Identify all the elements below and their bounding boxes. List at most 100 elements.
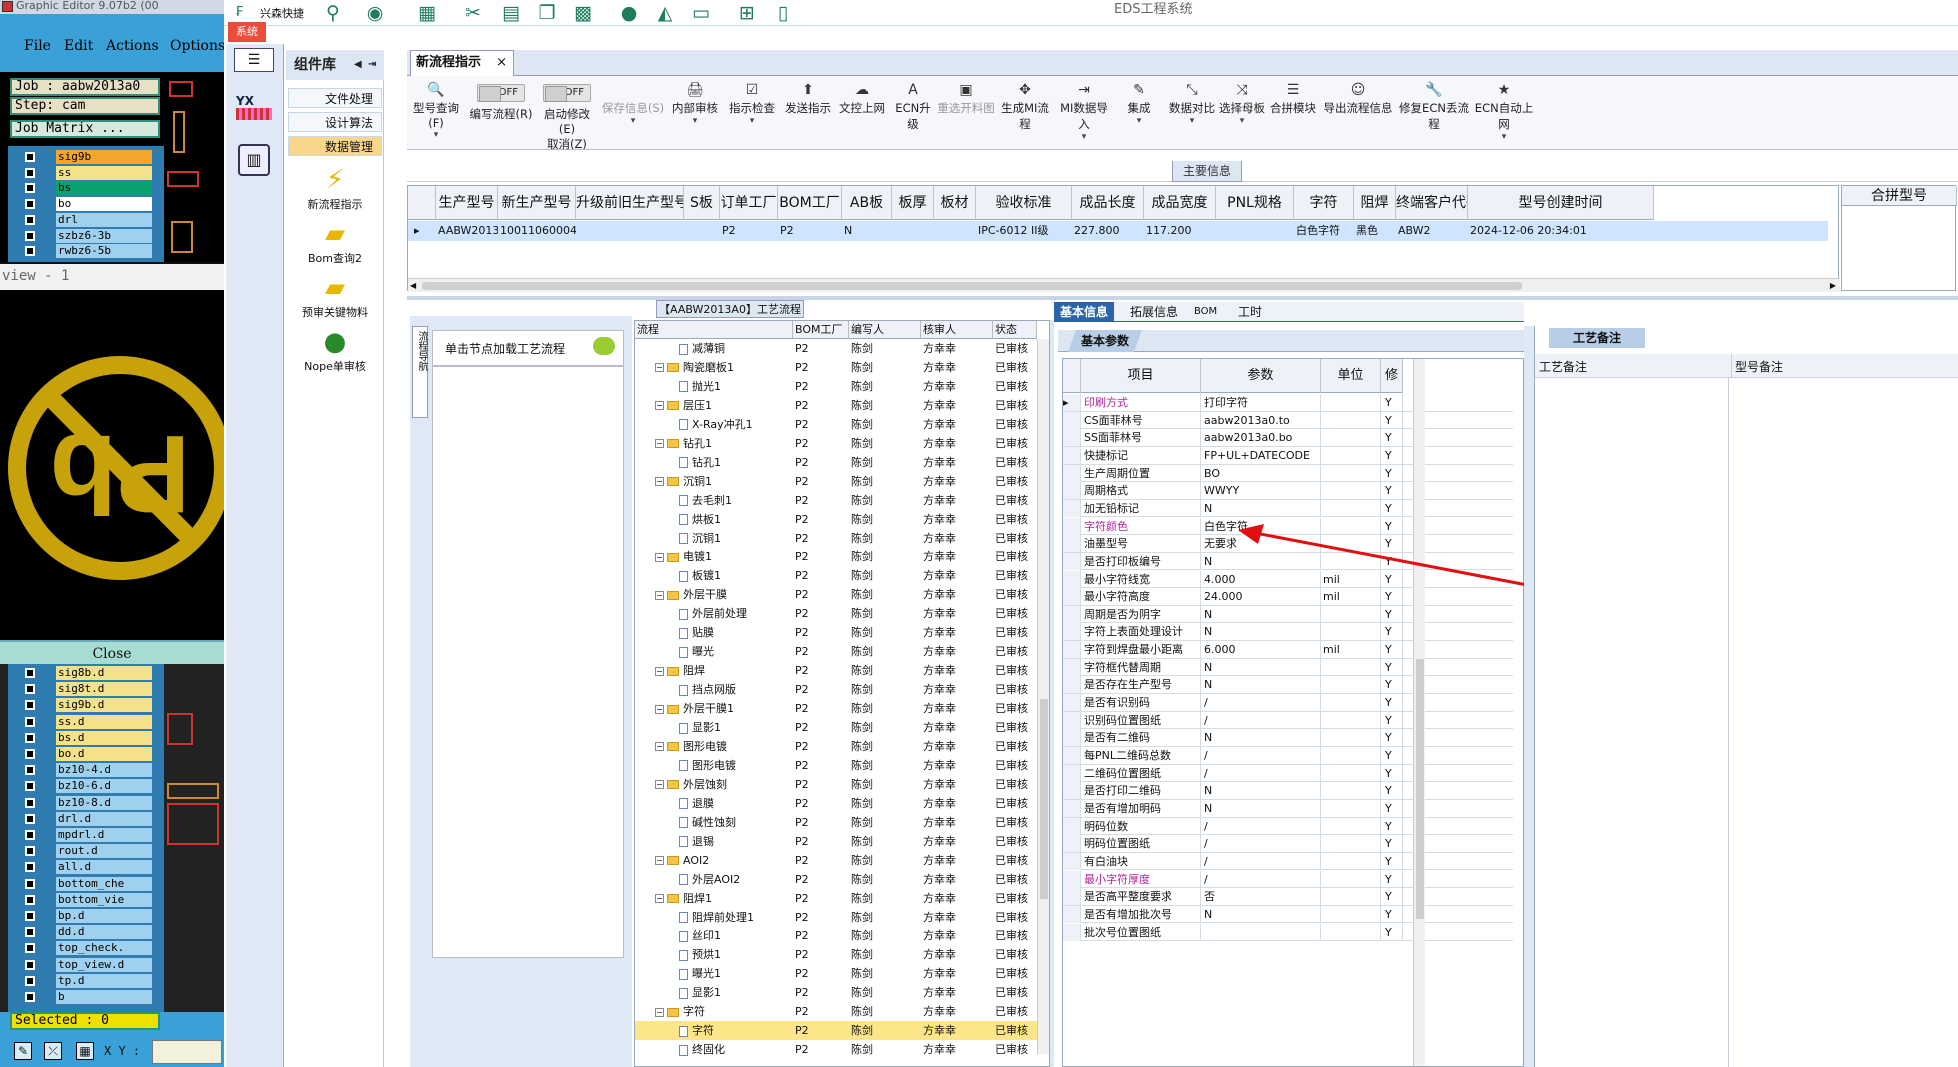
flow-node[interactable]: 沉铜1 bbox=[679, 529, 721, 548]
param-row[interactable]: 批次号位置图纸 Y bbox=[1063, 923, 1513, 942]
flow-node[interactable]: 显影1 bbox=[679, 718, 721, 737]
layer-row[interactable]: bs.d bbox=[20, 730, 152, 745]
ribbon-button-14[interactable]: ⤨ 选择母板 ▾ bbox=[1219, 80, 1265, 146]
collapse-icon[interactable]: − bbox=[655, 590, 664, 600]
ribbon-button-2[interactable]: OFF 启动修改(E) 取消(Z) bbox=[537, 80, 597, 151]
monitor-icon[interactable]: ▭ bbox=[690, 2, 712, 24]
param-row[interactable]: 最小字符厚度 / Y bbox=[1063, 870, 1513, 889]
ribbon-button-11[interactable]: ⇥ MI数据导入 ▾ bbox=[1057, 80, 1111, 146]
param-row[interactable]: 是否打印二维码 N Y bbox=[1063, 782, 1513, 800]
flow-node[interactable]: 外层AOI2 bbox=[679, 870, 740, 889]
layer-row[interactable]: sig8t.d bbox=[20, 682, 152, 697]
layer-name[interactable]: sig9b.d bbox=[56, 698, 152, 713]
flow-node[interactable]: − 电镀1 bbox=[655, 547, 712, 566]
ge-menu-options[interactable]: Options bbox=[170, 38, 225, 54]
param-row[interactable]: ▸ 印刷方式 打印字符 Y bbox=[1063, 394, 1513, 412]
ribbon-button-1[interactable]: OFF 编写流程(R) bbox=[469, 80, 533, 146]
layer-name[interactable]: bs bbox=[56, 181, 152, 196]
param-row[interactable]: SS面菲林号 aabw2013a0.bo Y bbox=[1063, 429, 1513, 447]
param-value-cell[interactable]: N bbox=[1201, 623, 1321, 641]
layer-checkbox[interactable] bbox=[25, 830, 35, 840]
flow-node[interactable]: − 外层蚀刻 bbox=[655, 775, 727, 794]
flow-row[interactable]: 曝光 P2 陈剑 方幸幸 已审核 bbox=[635, 642, 1037, 661]
layer-checkbox[interactable] bbox=[25, 975, 35, 986]
param-row[interactable]: 是否存在生产型号 N Y bbox=[1063, 676, 1513, 694]
flow-row[interactable]: 板镀1 P2 陈剑 方幸幸 已审核 bbox=[635, 566, 1037, 585]
dropdown-arrow-icon[interactable]: ▾ bbox=[601, 116, 665, 126]
grid-cell[interactable] bbox=[894, 221, 934, 241]
col-header[interactable]: 终端客户代码 bbox=[1396, 186, 1468, 220]
tab-bom[interactable]: BOM bbox=[1188, 302, 1223, 322]
layer-row[interactable]: top_view.d bbox=[20, 957, 152, 972]
flow-row[interactable]: − 沉铜1 P2 陈剑 方幸幸 已审核 bbox=[635, 472, 1037, 491]
param-row[interactable]: 是否高平整度要求否 Y bbox=[1063, 888, 1513, 906]
flow-node[interactable]: 退锡 bbox=[679, 832, 714, 851]
collapse-left-icon[interactable]: ◀ bbox=[354, 50, 362, 80]
layer-row[interactable]: bo.d bbox=[20, 747, 152, 761]
param-value-cell[interactable]: / bbox=[1201, 764, 1321, 782]
ribbon-button-8[interactable]: A ECN升级 bbox=[891, 80, 935, 146]
flow-node[interactable]: 丝印1 bbox=[679, 926, 721, 945]
flow-node[interactable]: 烘板1 bbox=[679, 510, 721, 529]
flow-row[interactable]: 预烘1 P2 陈剑 方幸幸 已审核 bbox=[635, 945, 1037, 964]
system-button[interactable]: 系统 bbox=[228, 22, 266, 42]
scroll-thumb[interactable] bbox=[422, 282, 1522, 290]
ribbon-button-6[interactable]: ⬆ 发送指示 bbox=[783, 80, 833, 146]
windows-icon[interactable]: ⊞ bbox=[736, 2, 758, 24]
flow-row[interactable]: 终固化 P2 陈剑 方幸幸 已审核 bbox=[635, 1040, 1037, 1059]
flow-row[interactable]: − 外层干膜 P2 陈剑 方幸幸 已审核 bbox=[635, 585, 1037, 604]
layer-row[interactable]: sig9b.d bbox=[20, 698, 152, 713]
flow-row[interactable]: 显影1 P2 陈剑 方幸幸 已审核 bbox=[635, 983, 1037, 1002]
grid-icon[interactable]: ▦ bbox=[76, 1042, 94, 1060]
grid-cell[interactable] bbox=[936, 221, 976, 241]
table-icon[interactable]: ▦ bbox=[416, 2, 438, 24]
param-row[interactable]: 识别码位置图纸 / Y bbox=[1063, 711, 1513, 730]
param-value-cell[interactable]: FP+UL+DATECODE bbox=[1201, 446, 1321, 464]
layer-checkbox[interactable] bbox=[25, 878, 35, 889]
dropdown-arrow-icon[interactable]: ▾ bbox=[725, 116, 779, 126]
layer-row[interactable]: bottom_che bbox=[20, 876, 152, 891]
layer-row[interactable]: ss bbox=[20, 165, 152, 180]
bom-query-button[interactable]: ▰ Bom查询2 bbox=[286, 218, 384, 266]
flow-row[interactable]: − 陶瓷磨板1 P2 陈剑 方幸幸 已审核 bbox=[635, 358, 1037, 377]
layer-checkbox[interactable] bbox=[25, 943, 35, 954]
layer-checkbox[interactable] bbox=[25, 214, 35, 225]
collapse-icon[interactable]: − bbox=[655, 439, 664, 449]
splitter-vertical-2[interactable] bbox=[1524, 326, 1534, 1067]
chart-icon[interactable]: ◭ bbox=[654, 2, 676, 24]
param-row[interactable]: 是否有增加批次号 N Y bbox=[1063, 905, 1513, 924]
param-value-cell[interactable]: aabw2013a0.to bbox=[1201, 411, 1321, 429]
flow-node[interactable]: − 陶瓷磨板1 bbox=[655, 358, 734, 377]
model-notes-textarea[interactable] bbox=[1735, 378, 1955, 1067]
param-value-cell[interactable]: N bbox=[1201, 729, 1321, 747]
col-header[interactable]: 板厚 bbox=[892, 186, 934, 220]
param-value-cell[interactable]: / bbox=[1201, 852, 1321, 870]
layer-row[interactable]: sig8b.d bbox=[20, 666, 152, 680]
col-header[interactable]: AB板 bbox=[842, 186, 892, 220]
layer-row[interactable]: ss.d bbox=[20, 714, 152, 729]
flow-row[interactable]: 阻焊前处理1 P2 陈剑 方幸幸 已审核 bbox=[635, 908, 1037, 927]
flow-node[interactable]: 贴膜 bbox=[679, 623, 714, 642]
flow-row[interactable]: 烘板1 P2 陈剑 方幸幸 已审核 bbox=[635, 510, 1037, 529]
param-value-cell[interactable]: N bbox=[1201, 799, 1321, 817]
flow-node[interactable]: 退膜 bbox=[679, 794, 714, 813]
layer-name[interactable]: bz10-8.d bbox=[56, 795, 152, 810]
layer-checkbox[interactable] bbox=[25, 992, 35, 1002]
layer-name[interactable]: top_check. bbox=[56, 941, 152, 956]
flow-node[interactable]: 钻孔1 bbox=[679, 453, 721, 472]
ribbon-button-18[interactable]: ★ ECN自动上网 ▾ bbox=[1473, 80, 1535, 146]
calculator-icon[interactable]: ▥ bbox=[238, 144, 270, 176]
flow-node[interactable]: 阻焊前处理1 bbox=[679, 908, 754, 927]
ribbon-button-7[interactable]: ☁ 文控上网 bbox=[837, 80, 887, 146]
ge-menu-edit[interactable]: Edit bbox=[64, 38, 93, 54]
layer-checkbox[interactable] bbox=[25, 813, 35, 824]
param-value-cell[interactable]: N bbox=[1201, 605, 1321, 623]
flow-node[interactable]: 减薄铜 bbox=[679, 339, 725, 358]
layer-row[interactable]: tp.d bbox=[20, 973, 152, 988]
collapse-icon[interactable]: − bbox=[655, 1007, 664, 1017]
ge-job-matrix-button[interactable]: Job Matrix ... bbox=[10, 120, 160, 138]
dropdown-arrow-icon[interactable]: ▾ bbox=[1219, 116, 1265, 126]
grid-cell[interactable]: 白色字符 bbox=[1296, 221, 1354, 241]
flow-node[interactable]: − 沉铜1 bbox=[655, 472, 712, 491]
param-value-cell[interactable]: N bbox=[1201, 905, 1321, 923]
